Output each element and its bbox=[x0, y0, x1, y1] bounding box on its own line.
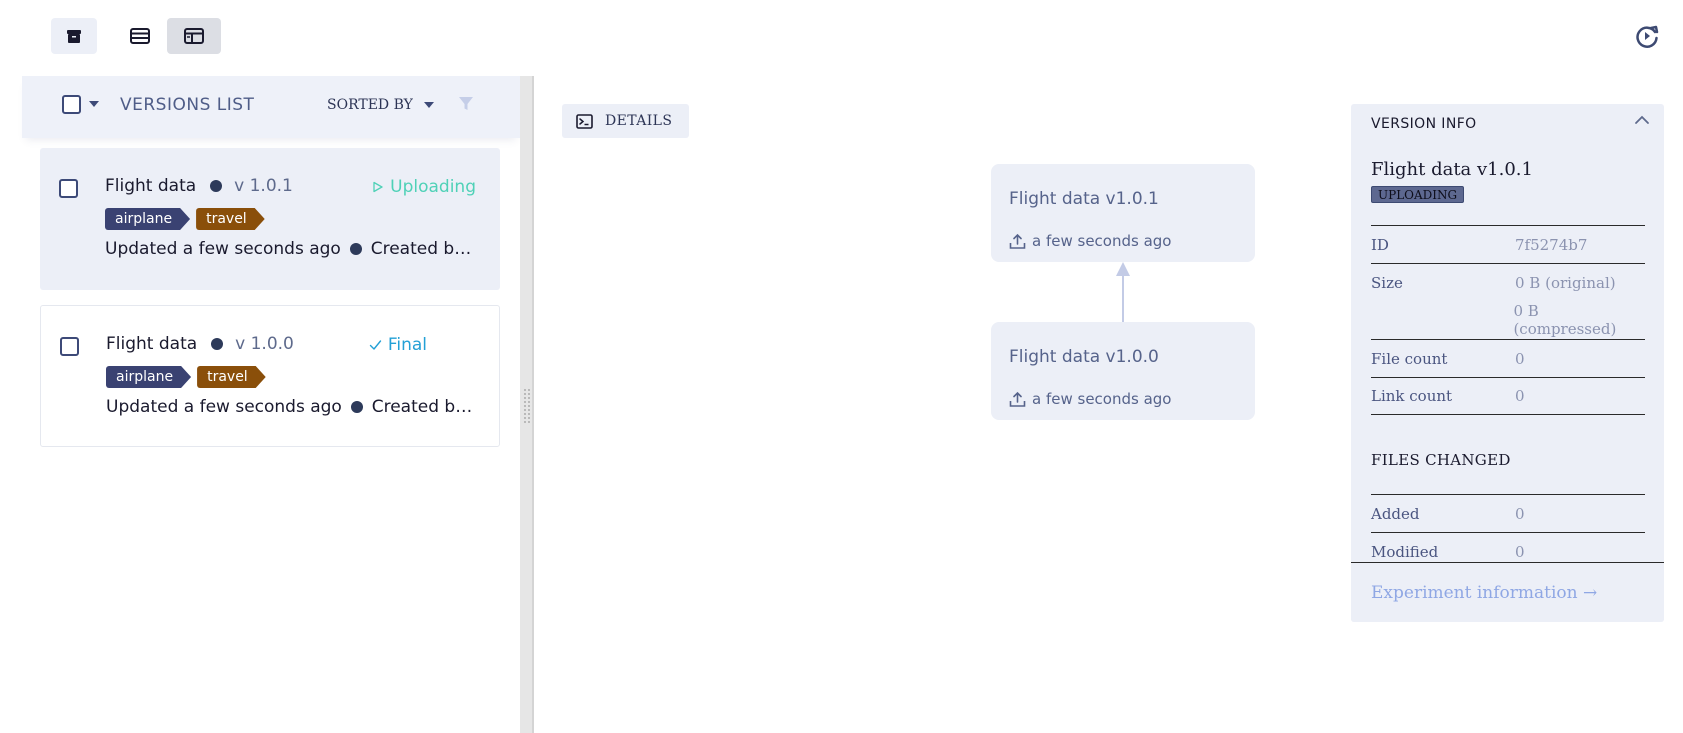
info-value: 0 B (compressed) bbox=[1513, 302, 1617, 338]
info-label: Link count bbox=[1371, 387, 1453, 405]
version-name-row: Flight data v 1.0.0 bbox=[106, 334, 294, 354]
upload-icon bbox=[1009, 391, 1026, 407]
list-view-button[interactable] bbox=[117, 18, 163, 54]
version-graph-node[interactable]: Flight data v1.0.0 a few seconds ago bbox=[991, 322, 1255, 420]
info-value: 0 bbox=[1515, 387, 1525, 405]
version-info-title: Flight data v1.0.1 bbox=[1371, 159, 1533, 180]
filter-icon[interactable] bbox=[458, 96, 474, 112]
info-row: 0 B (compressed) bbox=[1371, 301, 1645, 339]
info-value: 0 bbox=[1515, 542, 1525, 561]
version-card[interactable]: Flight data v 1.0.1 Uploading airplane t… bbox=[40, 148, 500, 290]
select-all-checkbox[interactable] bbox=[62, 95, 81, 114]
info-label: Added bbox=[1371, 504, 1420, 523]
info-label: Modified bbox=[1371, 542, 1439, 561]
version-meta: Updated a few seconds ago Created by… bbox=[105, 239, 480, 259]
info-value: 7f5274b7 bbox=[1515, 235, 1588, 254]
tag[interactable]: airplane bbox=[106, 366, 191, 388]
sort-label: SORTED BY bbox=[327, 97, 413, 113]
version-number: v 1.0.0 bbox=[235, 334, 294, 354]
status-label: Final bbox=[387, 335, 427, 355]
info-row: File count 0 bbox=[1371, 339, 1645, 377]
info-value: 0 bbox=[1515, 504, 1525, 523]
graph-edge-arrow bbox=[1116, 262, 1130, 322]
info-row: Added 0 bbox=[1371, 494, 1645, 532]
details-label: DETAILS bbox=[605, 113, 673, 129]
version-info-header: VERSION INFO bbox=[1371, 116, 1477, 132]
status-badge: Uploading bbox=[372, 177, 476, 197]
chevron-down-icon bbox=[423, 102, 434, 108]
info-label: ID bbox=[1371, 235, 1389, 254]
node-time: a few seconds ago bbox=[1009, 390, 1171, 408]
separator-dot bbox=[350, 401, 363, 413]
details-button[interactable]: DETAILS bbox=[562, 104, 689, 138]
version-info-table: ID 7f5274b7 Size 0 B (original) 0 B (com… bbox=[1371, 225, 1645, 415]
version-checkbox[interactable] bbox=[59, 179, 78, 198]
drag-grip-icon[interactable] bbox=[523, 388, 531, 424]
created-by-text: Created by… bbox=[371, 397, 481, 417]
files-changed-header: FILES CHANGED bbox=[1371, 451, 1511, 469]
info-row: Size 0 B (original) bbox=[1371, 263, 1645, 301]
node-time-label: a few seconds ago bbox=[1032, 390, 1172, 408]
tag[interactable]: travel bbox=[196, 208, 265, 230]
tag[interactable]: airplane bbox=[105, 208, 190, 230]
versions-list-header: VERSIONS LIST SORTED BY bbox=[22, 76, 520, 138]
node-time-label: a few seconds ago bbox=[1032, 232, 1172, 250]
archive-button[interactable] bbox=[51, 18, 97, 54]
info-label: Size bbox=[1371, 273, 1403, 292]
upload-icon bbox=[1009, 233, 1026, 249]
separator-dot bbox=[210, 180, 223, 192]
version-name: Flight data bbox=[106, 334, 198, 354]
updated-text: Updated a few seconds ago bbox=[106, 397, 342, 417]
chevron-up-icon[interactable] bbox=[1634, 114, 1650, 126]
status-badge: Final bbox=[369, 335, 427, 355]
version-name-row: Flight data v 1.0.1 bbox=[105, 176, 293, 196]
chevron-down-icon[interactable] bbox=[88, 100, 100, 108]
info-label: File count bbox=[1371, 349, 1448, 368]
play-icon bbox=[373, 181, 383, 193]
check-icon bbox=[369, 340, 382, 350]
status-label: Uploading bbox=[390, 177, 476, 197]
refresh-button[interactable] bbox=[1633, 22, 1661, 50]
created-by-text: Created by… bbox=[370, 239, 480, 259]
version-number: v 1.0.1 bbox=[234, 176, 293, 196]
info-value: 0 bbox=[1515, 349, 1525, 368]
panel-footer: Experiment information → bbox=[1351, 562, 1664, 622]
version-graph-node[interactable]: Flight data v1.0.1 a few seconds ago bbox=[991, 164, 1255, 262]
node-time: a few seconds ago bbox=[1009, 232, 1171, 250]
list-view-icon bbox=[130, 28, 150, 44]
version-meta: Updated a few seconds ago Created by… bbox=[106, 397, 481, 417]
updated-text: Updated a few seconds ago bbox=[105, 239, 341, 259]
status-badge: UPLOADING bbox=[1371, 186, 1465, 203]
node-title: Flight data v1.0.1 bbox=[1009, 189, 1159, 209]
version-checkbox[interactable] bbox=[60, 337, 79, 356]
versions-panel: VERSIONS LIST SORTED BY Flight data v 1.… bbox=[22, 76, 520, 733]
node-title: Flight data v1.0.0 bbox=[1009, 347, 1159, 367]
version-info-panel: VERSION INFO Flight data v1.0.1 UPLOADIN… bbox=[1351, 104, 1664, 622]
terminal-icon bbox=[576, 113, 593, 129]
version-name: Flight data bbox=[105, 176, 197, 196]
versions-list-title: VERSIONS LIST bbox=[120, 95, 255, 115]
experiment-information-link[interactable]: Experiment information → bbox=[1371, 583, 1597, 603]
info-row: Link count 0 bbox=[1371, 377, 1645, 415]
separator-dot bbox=[349, 243, 362, 255]
version-card[interactable]: Flight data v 1.0.0 Final airplane trave… bbox=[40, 305, 500, 447]
info-value: 0 B (original) bbox=[1515, 273, 1616, 292]
sort-dropdown[interactable]: SORTED BY bbox=[327, 97, 435, 113]
archive-icon bbox=[67, 30, 81, 43]
tag-list: airplane travel bbox=[105, 208, 265, 230]
details-view-button[interactable] bbox=[167, 18, 221, 54]
details-view-icon bbox=[184, 28, 204, 44]
refresh-icon bbox=[1636, 25, 1659, 48]
files-changed-table: Added 0 Modified 0 bbox=[1371, 494, 1645, 570]
tag[interactable]: travel bbox=[197, 366, 266, 388]
info-row: ID 7f5274b7 bbox=[1371, 225, 1645, 263]
tag-list: airplane travel bbox=[106, 366, 266, 388]
separator-dot bbox=[211, 338, 224, 350]
